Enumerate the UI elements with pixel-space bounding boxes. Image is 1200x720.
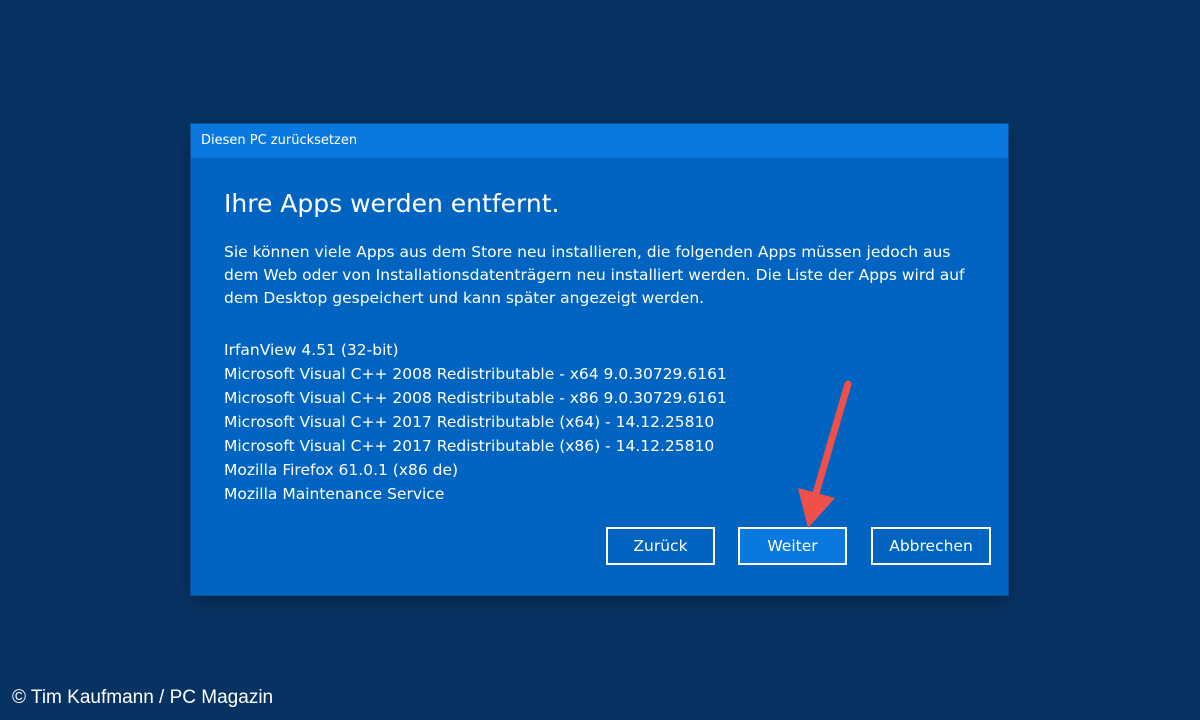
next-button[interactable]: Weiter: [738, 527, 847, 565]
desktop-background: Diesen PC zurücksetzen Ihre Apps werden …: [0, 0, 1200, 720]
dialog-titlebar: Diesen PC zurücksetzen: [191, 124, 1008, 158]
dialog-description: Sie können viele Apps aus dem Store neu …: [224, 243, 965, 307]
list-item: Mozilla Firefox 61.0.1 (x86 de): [224, 461, 459, 479]
dialog-button-bar: Zurück Weiter Abbrechen: [191, 527, 1008, 565]
list-item: Microsoft Visual C++ 2008 Redistributabl…: [224, 389, 727, 407]
back-button[interactable]: Zurück: [606, 527, 715, 565]
list-item: IrfanView 4.51 (32-bit): [224, 341, 399, 359]
list-item: Microsoft Visual C++ 2017 Redistributabl…: [224, 437, 715, 455]
dialog-heading: Ihre Apps werden entfernt.: [224, 189, 560, 218]
cancel-button[interactable]: Abbrechen: [871, 527, 991, 565]
dialog-title: Diesen PC zurücksetzen: [201, 133, 358, 148]
list-item: Microsoft Visual C++ 2017 Redistributabl…: [224, 413, 715, 431]
red-arrow-icon: [798, 380, 852, 528]
list-item: Mozilla Maintenance Service: [224, 485, 445, 503]
copyright-text: © Tim Kaufmann / PC Magazin: [12, 687, 274, 708]
list-item: Microsoft Visual C++ 2008 Redistributabl…: [224, 365, 727, 383]
reset-pc-dialog: Diesen PC zurücksetzen Ihre Apps werden …: [191, 124, 1008, 595]
dialog-content: Ihre Apps werden entfernt. Sie können vi…: [224, 158, 978, 506]
removed-apps-list: IrfanView 4.51 (32-bit) Microsoft Visual…: [224, 338, 978, 506]
